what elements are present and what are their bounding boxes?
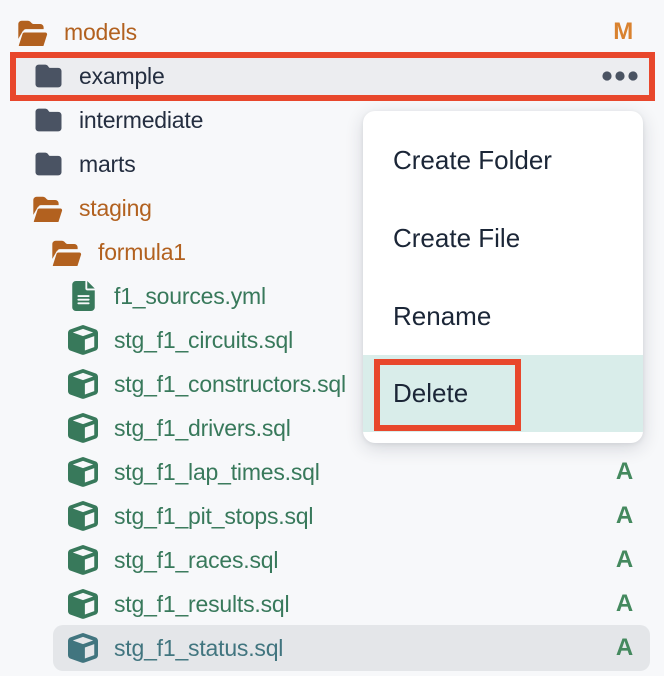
git-status-badge: A xyxy=(616,546,633,574)
context-menu: Create Folder Create File Rename Delete xyxy=(363,111,643,443)
model-cube-icon xyxy=(67,545,99,575)
menu-item-delete[interactable]: Delete xyxy=(363,355,643,432)
model-cube-icon xyxy=(67,633,99,663)
tree-item-label: stg_f1_status.sql xyxy=(114,635,283,662)
model-cube-icon xyxy=(67,501,99,531)
tree-item-label: staging xyxy=(79,195,152,222)
tree-item-label: intermediate xyxy=(79,107,203,134)
folder-closed-icon xyxy=(32,151,64,177)
menu-item-create-folder[interactable]: Create Folder xyxy=(363,121,643,199)
model-cube-icon xyxy=(67,589,99,619)
tree-item-label: stg_f1_races.sql xyxy=(114,547,278,574)
ellipsis-menu-icon[interactable] xyxy=(602,71,638,81)
tree-item-label: stg_f1_results.sql xyxy=(114,591,289,618)
tree-item-label: example xyxy=(79,63,165,90)
tree-item-label: formula1 xyxy=(98,239,186,266)
model-cube-icon xyxy=(67,457,99,487)
tree-item-label: stg_f1_lap_times.sql xyxy=(114,459,320,486)
tree-item-label: marts xyxy=(79,151,136,178)
tree-item-stg-f1-results-sql[interactable]: stg_f1_results.sql A xyxy=(0,582,664,626)
tree-item-label: stg_f1_constructors.sql xyxy=(114,371,346,398)
model-cube-icon xyxy=(67,369,99,399)
tree-item-label: f1_sources.yml xyxy=(114,283,266,310)
model-cube-icon xyxy=(67,325,99,355)
git-status-badge: A xyxy=(616,458,633,486)
tree-item-label: stg_f1_circuits.sql xyxy=(114,327,293,354)
tree-item-stg-f1-pit-stops-sql[interactable]: stg_f1_pit_stops.sql A xyxy=(0,494,664,538)
tree-item-label: models xyxy=(64,19,137,46)
tree-item-stg-f1-lap-times-sql[interactable]: stg_f1_lap_times.sql A xyxy=(0,450,664,494)
tree-item-label: stg_f1_pit_stops.sql xyxy=(114,503,313,530)
tree-item-models[interactable]: models M xyxy=(0,10,664,54)
git-status-badge: A xyxy=(616,502,633,530)
yaml-file-icon xyxy=(67,281,99,311)
tree-item-label: stg_f1_drivers.sql xyxy=(114,415,291,442)
model-cube-icon xyxy=(67,413,99,443)
git-status-badge: A xyxy=(616,590,633,618)
folder-closed-icon xyxy=(32,63,64,89)
menu-item-create-file[interactable]: Create File xyxy=(363,199,643,277)
tree-item-stg-f1-status-sql[interactable]: stg_f1_status.sql A xyxy=(0,626,664,670)
menu-item-rename[interactable]: Rename xyxy=(363,277,643,355)
folder-open-icon xyxy=(32,195,64,222)
tree-item-example[interactable]: example xyxy=(0,54,664,98)
git-status-badge: A xyxy=(616,634,633,662)
folder-closed-icon xyxy=(32,107,64,133)
folder-open-icon xyxy=(17,19,49,46)
folder-open-icon xyxy=(51,239,83,266)
git-status-badge: M xyxy=(613,18,633,46)
tree-item-stg-f1-races-sql[interactable]: stg_f1_races.sql A xyxy=(0,538,664,582)
